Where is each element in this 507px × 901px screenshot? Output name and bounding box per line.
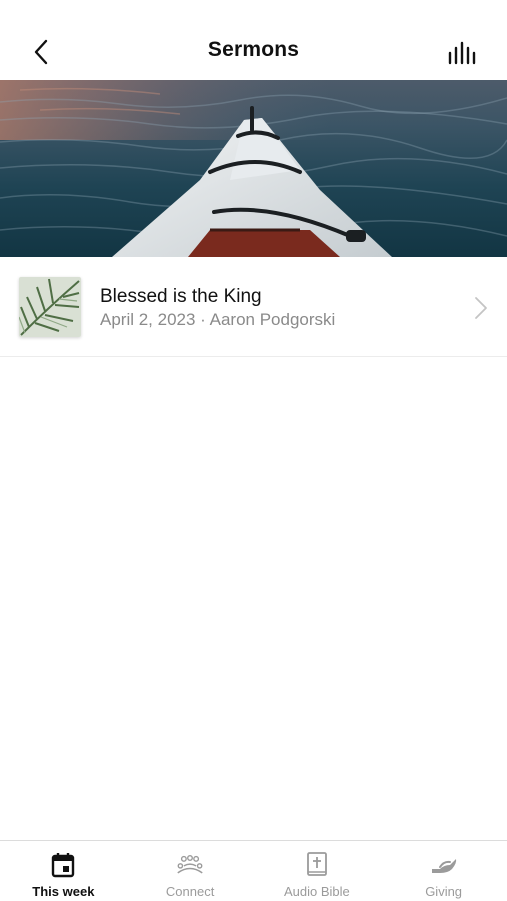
palm-leaves-image xyxy=(19,277,81,337)
sermon-list-item[interactable]: Blessed is the King April 2, 2023 · Aaro… xyxy=(0,258,507,357)
people-group-icon xyxy=(176,851,204,879)
tab-label: Giving xyxy=(425,884,463,899)
tab-this-week[interactable]: This week xyxy=(0,841,127,901)
tab-label: Connect xyxy=(165,884,215,899)
hero-image xyxy=(0,80,507,257)
sermon-thumbnail xyxy=(19,277,81,337)
chevron-right-icon xyxy=(475,297,487,319)
kayak-water-image xyxy=(0,80,507,257)
sermon-meta: April 2, 2023 · Aaron Podgorski xyxy=(100,310,336,329)
audio-button[interactable] xyxy=(445,38,481,68)
sermon-title: Blessed is the King xyxy=(100,286,262,307)
tab-audio-bible[interactable]: Audio Bible xyxy=(254,841,381,901)
tab-label: Audio Bible xyxy=(283,884,350,899)
calendar-icon xyxy=(49,851,77,879)
tab-bar: This week Connect Audio Bible Giving xyxy=(0,840,507,901)
tab-connect[interactable]: Connect xyxy=(127,841,254,901)
tab-label: This week xyxy=(32,884,95,899)
audio-bars-icon xyxy=(448,41,476,65)
page-title: Sermons xyxy=(207,38,300,61)
bible-icon xyxy=(303,851,331,879)
tab-giving[interactable]: Giving xyxy=(380,841,507,901)
giving-hand-icon xyxy=(430,851,458,879)
nav-header: Sermons xyxy=(0,0,507,80)
